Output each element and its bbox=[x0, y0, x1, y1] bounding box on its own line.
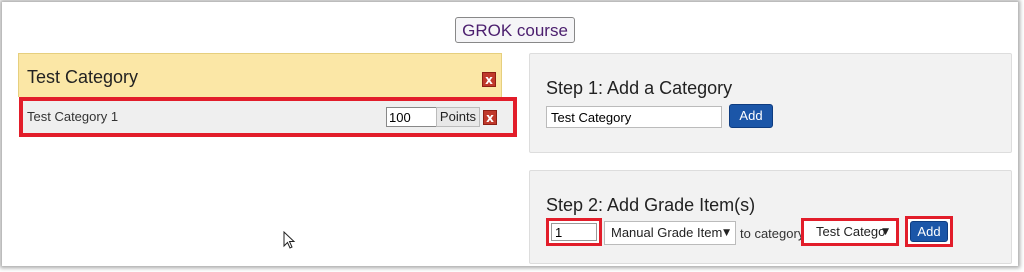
course-title[interactable]: GROK course bbox=[455, 17, 575, 43]
category-header: Test Category x bbox=[18, 53, 502, 97]
category-select[interactable]: Test Catego ▼ bbox=[806, 223, 894, 241]
add-grade-item-button[interactable]: Add bbox=[910, 221, 948, 242]
step2-title: Step 2: Add Grade Item(s) bbox=[546, 195, 756, 215]
points-input[interactable] bbox=[386, 107, 438, 127]
step1-title: Step 1: Add a Category bbox=[546, 78, 733, 98]
chevron-down-icon: ▼ bbox=[882, 227, 889, 237]
category-select-highlight: Test Catego ▼ bbox=[801, 218, 899, 246]
item-type-select[interactable]: Manual Grade Item ▼ bbox=[604, 221, 736, 245]
delete-category-button[interactable]: x bbox=[482, 72, 496, 87]
to-category-label: to category bbox=[740, 226, 805, 241]
category-card: Test Category x Test Category 1 Points x bbox=[18, 53, 517, 143]
category-name-input[interactable] bbox=[546, 106, 722, 128]
quantity-highlight bbox=[546, 218, 602, 246]
category-item-name: Test Category 1 bbox=[27, 109, 119, 124]
add-category-button[interactable]: Add bbox=[729, 104, 773, 128]
step1-panel: Step 1: Add a Category Add bbox=[529, 53, 1012, 153]
mouse-pointer-icon bbox=[283, 231, 296, 249]
category-item-row: Test Category 1 Points x bbox=[19, 97, 517, 137]
delete-item-button[interactable]: x bbox=[483, 110, 497, 125]
points-label: Points bbox=[436, 107, 480, 127]
quantity-input[interactable] bbox=[551, 223, 597, 241]
category-title: Test Category bbox=[27, 67, 139, 87]
page-frame: GROK course Test Category x Test Categor… bbox=[2, 2, 1018, 266]
step2-panel: Step 2: Add Grade Item(s) Manual Grade I… bbox=[529, 170, 1012, 264]
add-item-highlight: Add bbox=[905, 216, 953, 247]
chevron-down-icon: ▼ bbox=[723, 228, 730, 238]
item-type-selected: Manual Grade Item bbox=[611, 225, 723, 240]
category-selected: Test Catego bbox=[816, 224, 886, 239]
